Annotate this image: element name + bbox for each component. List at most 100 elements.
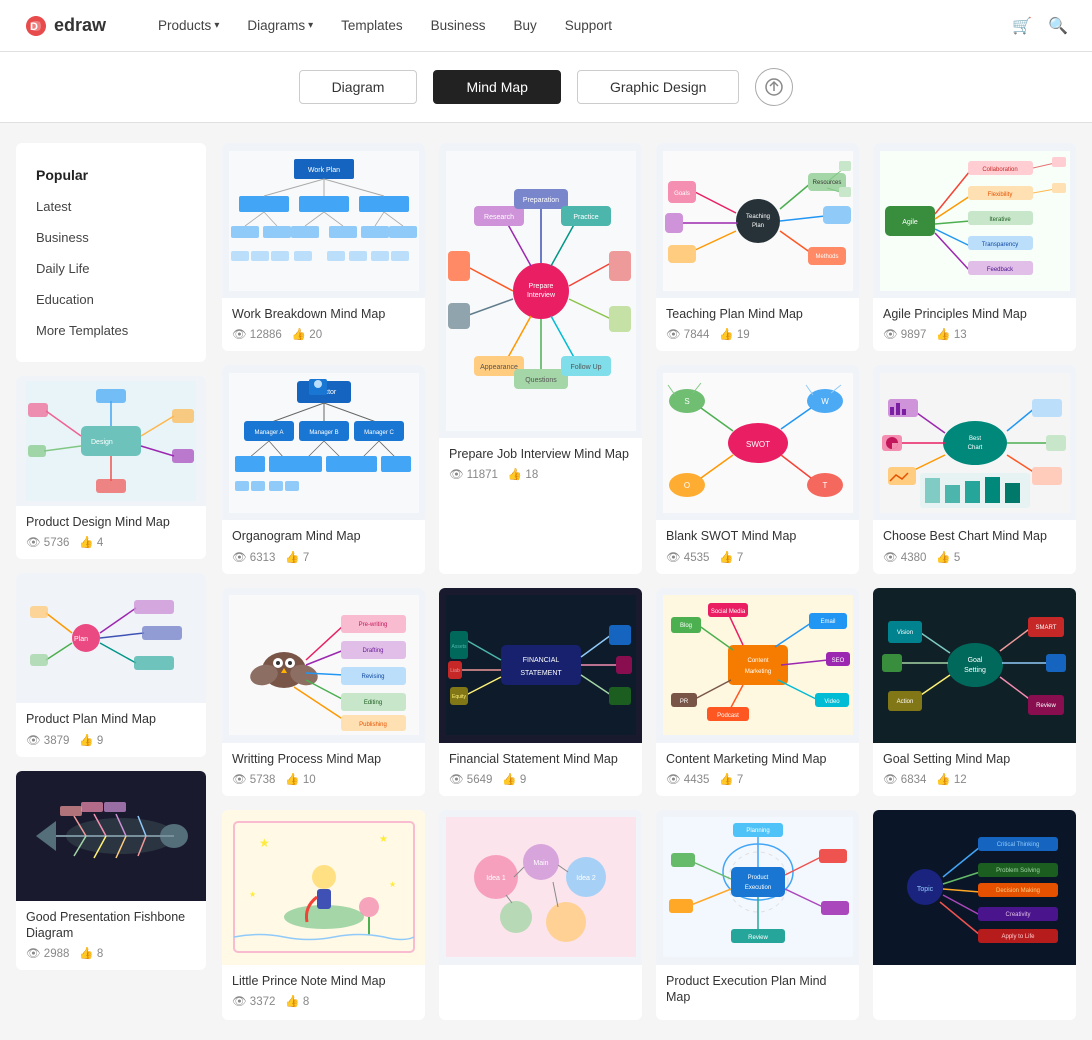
card-image: Design xyxy=(16,376,206,506)
card-views: 👁 9897 xyxy=(883,327,926,341)
nav-icons: 🛒 🔍 xyxy=(1012,16,1068,36)
nav-products[interactable]: Products xyxy=(146,12,231,39)
cart-icon[interactable]: 🛒 xyxy=(1012,16,1032,36)
svg-text:Plan: Plan xyxy=(74,636,88,643)
card-body: Product Design Mind Map 👁 5736 👍 4 xyxy=(16,506,206,559)
card-meta: 👁 6834 👍 12 xyxy=(883,772,1066,786)
card-image: Prepare Interview Research Preparation P… xyxy=(439,143,642,438)
card-teaching-plan[interactable]: Teaching Plan Goals Resources xyxy=(656,143,859,351)
svg-text:Follow Up: Follow Up xyxy=(570,364,601,371)
card-likes: 👍 7 xyxy=(285,550,309,564)
card-likes: 👍 4 xyxy=(79,535,103,549)
upload-icon xyxy=(765,78,783,96)
sidebar-card-fishbone[interactable]: Good Presentation Fishbone Diagram 👁 298… xyxy=(16,771,206,971)
card-views: 👁 4380 xyxy=(883,550,926,564)
card-meta: 👁 9897 👍 13 xyxy=(883,327,1066,341)
upload-button[interactable] xyxy=(755,68,793,106)
card-body: Choose Best Chart Mind Map 👁 4380 👍 5 xyxy=(873,520,1076,573)
card-goal-setting[interactable]: Goal Setting Vision Action SMART xyxy=(873,588,1076,796)
card-meta: 👁 11871 👍 18 xyxy=(449,467,632,481)
card-image: Topic Critical Thinking Problem Solving … xyxy=(873,810,1076,965)
sidebar-business[interactable]: Business xyxy=(16,222,206,253)
card-title: Content Marketing Mind Map xyxy=(666,751,849,767)
card-choose-chart[interactable]: Best Chart xyxy=(873,365,1076,573)
card-bubble-map[interactable]: Idea 1 Main Idea 2 xyxy=(439,810,642,1021)
card-views: 👁 4535 xyxy=(666,550,709,564)
sidebar-card-product-design[interactable]: Design Product Design Mind Map 👁 5736 👍 … xyxy=(16,376,206,559)
card-likes: 👍 5 xyxy=(936,550,960,564)
card-prepare-job[interactable]: Prepare Interview Research Preparation P… xyxy=(439,143,642,574)
svg-text:Creativity: Creativity xyxy=(1005,912,1030,918)
svg-text:Content: Content xyxy=(747,658,768,664)
svg-text:★: ★ xyxy=(249,890,256,899)
card-title: Good Presentation Fishbone Diagram xyxy=(26,909,196,942)
tab-mindmap[interactable]: Mind Map xyxy=(433,70,560,104)
card-title: Prepare Job Interview Mind Map xyxy=(449,446,632,462)
card-image: Best Chart xyxy=(873,365,1076,520)
logo[interactable]: D edraw xyxy=(24,14,106,38)
card-image: Director Manager A Manager B Manager C xyxy=(222,365,425,520)
card-content-marketing[interactable]: Content Marketing Blog Social Media Emai… xyxy=(656,588,859,796)
card-image: Agile Collaboration Flexibility Iterativ… xyxy=(873,143,1076,298)
tab-diagram[interactable]: Diagram xyxy=(299,70,418,104)
card-views: 👁 6313 xyxy=(232,550,275,564)
card-work-breakdown[interactable]: Work Plan xyxy=(222,143,425,351)
nav-business[interactable]: Business xyxy=(419,12,498,39)
card-views: 👁 3372 xyxy=(232,994,275,1008)
card-body: Agile Principles Mind Map 👁 9897 👍 13 xyxy=(873,298,1076,351)
svg-text:Iterative: Iterative xyxy=(989,217,1011,223)
card-likes: 👍 19 xyxy=(719,327,749,341)
logo-text: edraw xyxy=(54,15,106,36)
card-views: 👁 11871 xyxy=(449,467,498,481)
card-views: 👁 2988 xyxy=(26,946,69,960)
card-blank-swot[interactable]: SWOT S W O T xyxy=(656,365,859,573)
svg-text:★: ★ xyxy=(389,880,396,889)
sidebar-popular[interactable]: Popular xyxy=(16,159,206,191)
tab-graphic-design[interactable]: Graphic Design xyxy=(577,70,740,104)
svg-text:Manager C: Manager C xyxy=(364,430,394,436)
svg-text:Podcast: Podcast xyxy=(717,713,739,719)
svg-text:Revising: Revising xyxy=(361,674,384,680)
svg-text:FINANCIAL: FINANCIAL xyxy=(522,657,559,664)
card-title: Product Execution Plan Mind Map xyxy=(666,973,849,1006)
nav-buy[interactable]: Buy xyxy=(501,12,548,39)
card-meta: 👁 12886 👍 20 xyxy=(232,327,415,341)
fishbone-svg xyxy=(26,776,196,896)
card-image: Work Plan xyxy=(222,143,425,298)
sidebar-latest[interactable]: Latest xyxy=(16,191,206,222)
card-meta: 👁 2988 👍 8 xyxy=(26,946,196,960)
svg-text:Goals: Goals xyxy=(674,191,690,197)
sidebar-more-templates[interactable]: More Templates xyxy=(16,315,206,346)
main-nav: Products Diagrams Templates Business Buy… xyxy=(146,12,1012,39)
sidebar-education[interactable]: Education xyxy=(16,284,206,315)
card-body xyxy=(873,965,1076,988)
card-image: Product Execution Planning xyxy=(656,810,859,965)
card-product-execution[interactable]: Product Execution Planning xyxy=(656,810,859,1021)
card-body: Financial Statement Mind Map 👁 5649 👍 9 xyxy=(439,743,642,796)
card-body: Goal Setting Mind Map 👁 6834 👍 12 xyxy=(873,743,1076,796)
svg-text:Social Media: Social Media xyxy=(710,609,745,615)
card-body: Writting Process Mind Map 👁 5738 👍 10 xyxy=(222,743,425,796)
sidebar-daily-life[interactable]: Daily Life xyxy=(16,253,206,284)
card-little-prince[interactable]: ★ ★ ★ ★ Little Prince Note Mind Map 👁 33… xyxy=(222,810,425,1021)
search-icon[interactable]: 🔍 xyxy=(1048,16,1068,36)
card-dark-extra[interactable]: Topic Critical Thinking Problem Solving … xyxy=(873,810,1076,1021)
card-financial-statement[interactable]: FINANCIAL STATEMENT xyxy=(439,588,642,796)
card-views: 👁 5736 xyxy=(26,535,69,549)
card-writing-process[interactable]: Pre-writing Drafting Revising Editing Pu… xyxy=(222,588,425,796)
nav-diagrams[interactable]: Diagrams xyxy=(235,12,325,39)
card-body: Teaching Plan Mind Map 👁 7844 👍 19 xyxy=(656,298,859,351)
svg-text:Equity: Equity xyxy=(452,694,466,700)
svg-text:Execution: Execution xyxy=(744,885,770,891)
nav-support[interactable]: Support xyxy=(553,12,624,39)
swot-svg: SWOT S W O T xyxy=(663,373,853,513)
card-agile-principles[interactable]: Agile Collaboration Flexibility Iterativ… xyxy=(873,143,1076,351)
sidebar-card-product-plan[interactable]: Plan Product Plan Mind Map 👁 3879 👍 9 xyxy=(16,573,206,756)
card-likes: 👍 13 xyxy=(936,327,966,341)
card-title: Goal Setting Mind Map xyxy=(883,751,1066,767)
nav-templates[interactable]: Templates xyxy=(329,12,415,39)
card-organogram[interactable]: Director Manager A Manager B Manager C xyxy=(222,365,425,573)
svg-text:Decision Making: Decision Making xyxy=(995,888,1039,894)
svg-text:Topic: Topic xyxy=(916,886,933,893)
card-meta: 👁 6313 👍 7 xyxy=(232,550,415,564)
